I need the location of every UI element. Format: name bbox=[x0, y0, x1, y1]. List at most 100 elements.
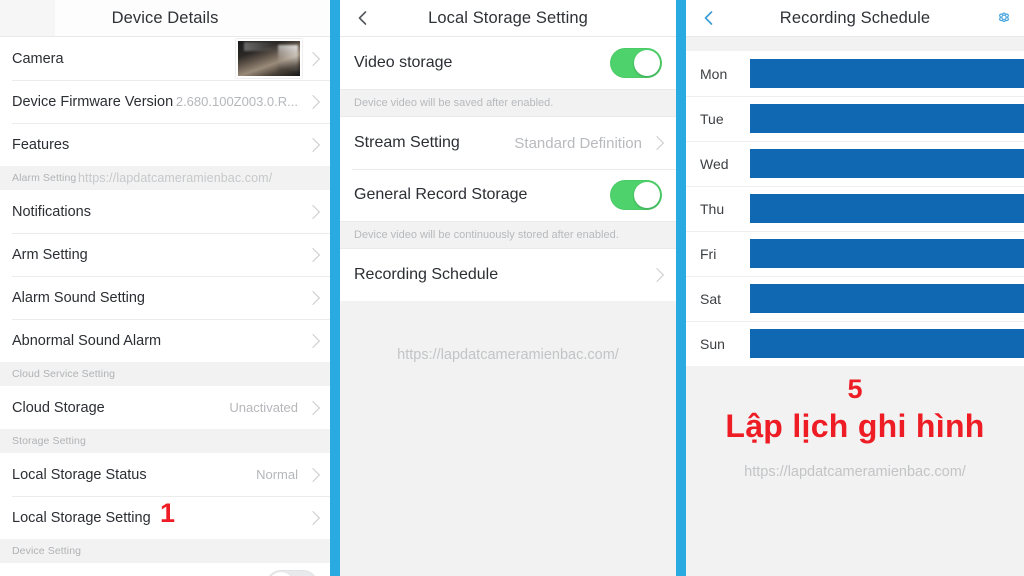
chevron-right-icon bbox=[649, 267, 665, 283]
list-item-abnormal-sound-alarm[interactable]: Abnormal Sound Alarm bbox=[0, 319, 330, 362]
list-item-label: Cloud Storage bbox=[12, 399, 105, 416]
panel-local-storage-setting: Local Storage Setting Video storage Devi… bbox=[340, 0, 676, 576]
note-general-record-storage: Device video will be continuously stored… bbox=[340, 221, 676, 249]
general-record-storage-toggle[interactable] bbox=[610, 180, 662, 210]
group-header-device-setting: Device Setting bbox=[0, 539, 330, 563]
chevron-left-icon[interactable] bbox=[700, 9, 718, 27]
annotation-number-1: 1 bbox=[160, 498, 176, 528]
list-item-recording-schedule[interactable]: Recording Schedule bbox=[340, 249, 676, 301]
watermark-url: https://lapdatcameramienbac.com/ bbox=[78, 171, 273, 185]
group-header-cloud-service-setting: Cloud Service Setting bbox=[0, 362, 330, 386]
watermark-url: https://lapdatcameramienbac.com/ bbox=[397, 347, 619, 363]
group-header-storage-setting: Storage Setting bbox=[0, 429, 330, 453]
local-storage-empty-area: https://lapdatcameramienbac.com/ bbox=[340, 301, 676, 576]
video-storage-toggle[interactable] bbox=[610, 48, 662, 78]
local-storage-list: Video storage Device video will be saved… bbox=[340, 37, 676, 301]
panel-separator-1 bbox=[330, 0, 340, 576]
list-item-cloud-storage[interactable]: Cloud Storage Unactivated bbox=[0, 386, 330, 429]
page-title: Device Details bbox=[111, 8, 219, 27]
schedule-row-mon[interactable]: Mon bbox=[686, 51, 1024, 96]
schedule-row-tue[interactable]: Tue bbox=[686, 96, 1024, 141]
list-item-label: Arm Setting bbox=[12, 246, 88, 263]
schedule-row-fri[interactable]: Fri bbox=[686, 231, 1024, 276]
list-item-label: Features bbox=[12, 136, 70, 153]
local-storage-header: Local Storage Setting bbox=[340, 0, 676, 37]
toggle-knob bbox=[634, 50, 660, 76]
list-item-label: Local Storage Setting bbox=[12, 509, 151, 526]
schedule-bar[interactable] bbox=[750, 194, 1024, 223]
list-item-label: Camera bbox=[12, 50, 64, 67]
recording-schedule-body: Mon Tue Wed Thu Fri Sat Sun 5 Lập lịch g… bbox=[686, 37, 1024, 576]
chevron-right-icon bbox=[305, 510, 321, 525]
schedule-row-sat[interactable]: Sat bbox=[686, 276, 1024, 321]
device-details-header: Device Details bbox=[0, 0, 330, 37]
group-header-label: Storage Setting bbox=[12, 435, 86, 447]
list-item-camera[interactable]: Camera bbox=[0, 37, 330, 80]
day-label: Thu bbox=[700, 200, 725, 217]
schedule-row-wed[interactable]: Wed bbox=[686, 141, 1024, 186]
schedule-bar[interactable] bbox=[750, 329, 1024, 358]
chevron-right-icon bbox=[305, 290, 321, 305]
list-item-stream-setting[interactable]: Stream Setting Standard Definition bbox=[340, 117, 676, 169]
list-item-label: Local Storage Status bbox=[12, 466, 147, 483]
note-video-storage: Device video will be saved after enabled… bbox=[340, 89, 676, 117]
list-item-video-storage[interactable]: Video storage bbox=[340, 37, 676, 89]
device-details-list: Camera Device Firmware Version 2.680.100… bbox=[0, 37, 330, 576]
toggle-knob bbox=[634, 182, 660, 208]
chevron-left-icon[interactable] bbox=[354, 9, 372, 27]
camera-shielding-toggle[interactable] bbox=[266, 569, 318, 576]
schedule-bar[interactable] bbox=[750, 149, 1024, 178]
chevron-right-icon bbox=[305, 400, 321, 415]
chevron-right-icon bbox=[305, 94, 321, 109]
schedule-bar[interactable] bbox=[750, 104, 1024, 133]
day-label: Mon bbox=[700, 65, 728, 82]
group-header-label: Cloud Service Setting bbox=[12, 368, 116, 380]
chevron-right-icon bbox=[305, 204, 321, 219]
list-item-value: Standard Definition bbox=[514, 134, 642, 152]
schedule-top-strip bbox=[686, 37, 1024, 51]
group-header-label: Alarm Setting bbox=[12, 172, 77, 184]
list-item-label: Alarm Sound Setting bbox=[12, 289, 145, 306]
page-title: Recording Schedule bbox=[779, 8, 931, 27]
chevron-right-icon bbox=[305, 51, 321, 66]
annotation-number-5: 5 bbox=[847, 374, 863, 404]
gear-icon[interactable] bbox=[994, 8, 1014, 28]
list-item-arm-setting[interactable]: Arm Setting bbox=[0, 233, 330, 276]
day-label: Sat bbox=[700, 290, 722, 307]
day-label: Wed bbox=[700, 155, 729, 172]
list-item-value: Unactivated bbox=[229, 400, 298, 415]
list-item-label: Notifications bbox=[12, 203, 91, 220]
schedule-bar[interactable] bbox=[750, 59, 1024, 88]
list-item-value: Normal bbox=[256, 467, 298, 482]
three-panel-screenshot: Device Details Camera Device Firmware Ve… bbox=[0, 0, 1024, 576]
list-item-features[interactable]: Features bbox=[0, 123, 330, 166]
schedule-row-thu[interactable]: Thu bbox=[686, 186, 1024, 231]
list-item-label: General Record Storage bbox=[354, 186, 528, 203]
list-item-local-storage-status[interactable]: Local Storage Status Normal bbox=[0, 453, 330, 496]
group-header-alarm-setting: Alarm Setting https://lapdatcameramienba… bbox=[0, 166, 330, 190]
list-item-camera-shielding[interactable]: Camera Shielding bbox=[0, 563, 330, 576]
schedule-row-sun[interactable]: Sun bbox=[686, 321, 1024, 366]
chevron-right-icon bbox=[305, 247, 321, 262]
list-item-device-firmware-version[interactable]: Device Firmware Version 2.680.100Z003.0.… bbox=[0, 80, 330, 123]
page-title: Local Storage Setting bbox=[428, 8, 588, 27]
list-item-alarm-sound-setting[interactable]: Alarm Sound Setting bbox=[0, 276, 330, 319]
schedule-list: Mon Tue Wed Thu Fri Sat Sun bbox=[686, 51, 1024, 366]
schedule-bar[interactable] bbox=[750, 284, 1024, 313]
panel-recording-schedule: Recording Schedule Mon Tue Wed Thu Fri S… bbox=[686, 0, 1024, 576]
day-label: Fri bbox=[700, 245, 717, 262]
list-item-notifications[interactable]: Notifications bbox=[0, 190, 330, 233]
list-item-label: Video storage bbox=[354, 54, 453, 71]
local-storage-body: Video storage Device video will be saved… bbox=[340, 37, 676, 576]
list-item-label: Abnormal Sound Alarm bbox=[12, 332, 162, 349]
schedule-bar[interactable] bbox=[750, 239, 1024, 268]
list-item-label: Recording Schedule bbox=[354, 266, 499, 283]
list-item-general-record-storage[interactable]: General Record Storage bbox=[340, 169, 676, 221]
list-item-label: Device Firmware Version bbox=[12, 93, 174, 110]
list-item-value: 2.680.100Z003.0.R... bbox=[175, 94, 298, 109]
recording-schedule-header: Recording Schedule bbox=[686, 0, 1024, 37]
day-label: Tue bbox=[700, 110, 724, 127]
day-label: Sun bbox=[700, 335, 725, 352]
chevron-right-icon bbox=[649, 135, 665, 151]
camera-thumbnail[interactable] bbox=[236, 39, 302, 78]
